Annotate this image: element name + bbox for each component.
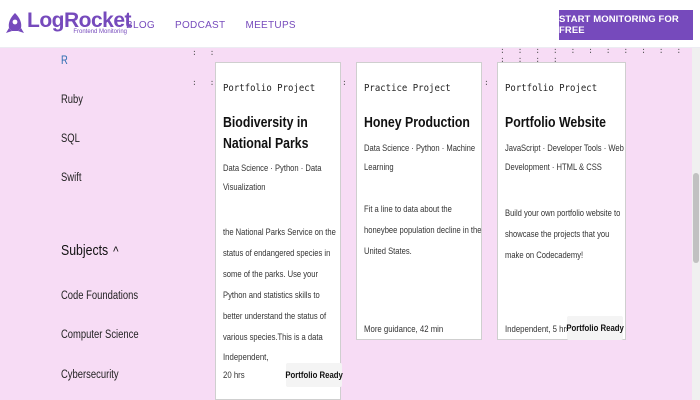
- card-title: Portfolio Website: [505, 114, 606, 131]
- card-meta: Independent, 5 hrs: [505, 324, 570, 335]
- site-header: LogRocket Frontend Monitoring BLOG PODCA…: [0, 0, 700, 48]
- portfolio-ready-badge: Portfolio Ready: [285, 363, 343, 387]
- card-type-label: Portfolio Project: [505, 83, 598, 94]
- filter-subject-cybersecurity[interactable]: Cybersecurity: [61, 369, 119, 381]
- nav-blog-link[interactable]: BLOG: [126, 20, 155, 31]
- card-meta: More guidance, 42 min: [364, 324, 444, 335]
- filter-language-r[interactable]: R: [61, 55, 68, 67]
- card-tags: JavaScript · Developer Tools · Web Devel…: [505, 143, 624, 173]
- page-scrollbar[interactable]: [692, 48, 700, 400]
- filter-language-sql[interactable]: SQL: [61, 133, 80, 145]
- card-title: Biodiversity in National Parks: [223, 114, 309, 152]
- card-tags: Data Science · Python · Data Visualizati…: [223, 163, 322, 193]
- filter-subject-code-foundations[interactable]: Code Foundations: [61, 290, 138, 302]
- scrollbar-thumb[interactable]: [693, 173, 699, 263]
- card-description: the National Parks Service on the status…: [223, 227, 336, 343]
- filter-language-swift[interactable]: Swift: [61, 172, 81, 184]
- project-card-portfolio-website[interactable]: Portfolio Project Portfolio Website Java…: [497, 62, 626, 340]
- rocket-logo-icon: [6, 12, 24, 34]
- chevron-up-icon: ^: [113, 242, 119, 259]
- card-title: Honey Production: [364, 114, 470, 131]
- filter-language-ruby[interactable]: Ruby: [61, 94, 83, 106]
- card-type-label: Portfolio Project: [223, 83, 316, 94]
- project-card-honey-production[interactable]: Practice Project Honey Production Data S…: [356, 62, 482, 340]
- main-nav: BLOG PODCAST MEETUPS: [126, 20, 296, 31]
- subjects-toggle[interactable]: Subjects ^: [61, 242, 119, 259]
- nav-meetups-link[interactable]: MEETUPS: [245, 20, 295, 31]
- portfolio-ready-badge: Portfolio Ready: [566, 316, 624, 340]
- card-description: Fit a line to data about the honeybee po…: [364, 204, 482, 257]
- dotted-divider: :: [342, 78, 351, 87]
- filter-subject-computer-science[interactable]: Computer Science: [61, 329, 139, 341]
- card-description: Build your own portfolio website to show…: [505, 208, 621, 261]
- card-type-label: Practice Project: [364, 83, 451, 94]
- dotted-divider: : :: [192, 48, 219, 57]
- card-tags: Data Science · Python · Machine Learning: [364, 143, 476, 173]
- nav-podcast-link[interactable]: PODCAST: [175, 20, 225, 31]
- logo-tagline: Frontend Monitoring: [73, 29, 128, 35]
- logrocket-logo[interactable]: LogRocket Frontend Monitoring: [6, 10, 132, 38]
- project-card-biodiversity[interactable]: Portfolio Project Biodiversity in Nation…: [215, 62, 343, 400]
- subjects-heading: Subjects: [61, 242, 109, 259]
- start-monitoring-button[interactable]: START MONITORING FOR FREE: [559, 10, 693, 40]
- card-meta: Independent, 20 hrs: [223, 352, 269, 381]
